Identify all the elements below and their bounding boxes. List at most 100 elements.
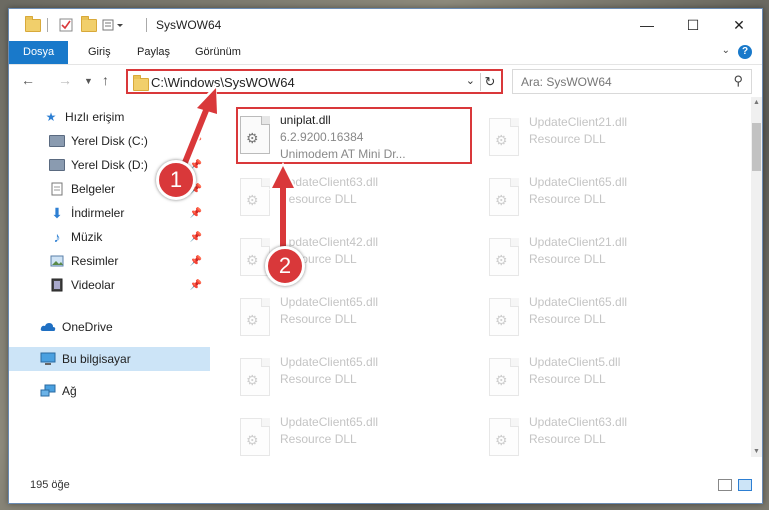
nav-item-label: OneDrive	[62, 320, 113, 334]
minimize-button[interactable]: —	[624, 9, 670, 41]
file-type: Resource DLL	[280, 432, 357, 446]
address-dropdown-icon[interactable]: ⌄	[466, 74, 475, 87]
dll-file-icon: ⚙	[489, 358, 519, 396]
drive-icon	[49, 157, 65, 173]
file-name: UpdateClient65.dll	[280, 355, 379, 369]
pictures-icon	[49, 253, 65, 269]
file-type: Resource DLL	[529, 252, 606, 266]
address-row: ← → ▼ ↑ C:\Windows\SysWOW64 ⌄ ↻ Ara: Sys…	[9, 65, 762, 97]
status-bar: 195 öğe	[9, 457, 762, 503]
drive-icon	[49, 133, 65, 149]
music-icon: ♪	[53, 229, 61, 245]
pin-icon[interactable]: 📌	[190, 136, 202, 147]
nav-item-onedrive[interactable]: OneDrive	[9, 315, 210, 339]
file-tile[interactable]: ⚙ UpdateClient65.dll Resource DLL	[236, 293, 476, 345]
new-folder-icon	[81, 15, 97, 32]
file-tile[interactable]: ⚙ UpdateClient21.dll Resource DLL	[485, 233, 725, 285]
details-view-icon[interactable]	[718, 479, 732, 491]
file-name: UpdateClient63.dll	[280, 175, 379, 189]
address-path[interactable]: C:\Windows\SysWOW64	[151, 75, 295, 90]
tiles-view-icon[interactable]	[738, 479, 752, 491]
file-tile[interactable]: ⚙ UpdateClient65.dll Resource DLL	[485, 173, 725, 225]
file-name: UpdateClient42.dll	[280, 235, 379, 249]
pin-icon[interactable]: 📌	[190, 256, 202, 267]
search-placeholder: Ara: SysWOW64	[521, 75, 612, 89]
dll-file-icon: ⚙	[240, 418, 270, 456]
folder-icon	[25, 15, 41, 32]
forward-arrow-icon: →	[58, 72, 72, 88]
nav-item-label: Belgeler	[71, 182, 116, 196]
maximize-button[interactable]: ☐	[670, 9, 716, 41]
file-tile[interactable]: ⚙ UpdateClient65.dll Resource DLL	[236, 353, 476, 405]
dll-file-icon: ⚙	[489, 118, 519, 156]
customize-icon	[102, 19, 123, 31]
scrollbar-thumb[interactable]	[752, 123, 761, 171]
nav-item-videos[interactable]: Videolar 📌	[9, 273, 210, 297]
pin-icon[interactable]: 📌	[190, 232, 202, 243]
file-tile[interactable]: ⚙ UpdateClient5.dll Resource DLL	[485, 353, 725, 405]
dll-file-icon: ⚙	[489, 178, 519, 216]
recent-locations-button[interactable]: ▼	[84, 76, 93, 86]
file-type: Resource DLL	[280, 372, 357, 386]
pin-icon[interactable]: 📌	[190, 280, 202, 291]
nav-item-label: Müzik	[71, 230, 103, 244]
pin-icon[interactable]: 📌	[190, 208, 202, 219]
file-name: UpdateClient65.dll	[529, 175, 628, 189]
video-icon	[49, 277, 65, 293]
back-button[interactable]: ←	[21, 72, 35, 88]
minimize-icon: —	[640, 17, 654, 33]
file-name: UpdateClient65.dll	[280, 415, 379, 429]
step-badge-1: 1	[156, 160, 196, 200]
checkmark-icon	[59, 18, 73, 32]
file-tile[interactable]: ⚙ UpdateClient65.dll Resource DLL	[485, 293, 725, 345]
nav-item-label: İndirmeler	[71, 206, 125, 220]
file-name: UpdateClient63.dll	[529, 415, 628, 429]
tab-file[interactable]: Dosya	[9, 41, 69, 64]
scroll-up-icon[interactable]: ▲	[751, 99, 762, 106]
nav-item-label: Bu bilgisayar	[62, 352, 131, 366]
step-badge-2: 2	[265, 246, 305, 286]
file-type: Resource DLL	[529, 372, 606, 386]
scroll-down-icon[interactable]: ▼	[751, 448, 762, 455]
dll-file-icon: ⚙	[489, 298, 519, 336]
address-bar[interactable]: C:\Windows\SysWOW64 ⌄ ↻	[126, 69, 503, 94]
vertical-scrollbar[interactable]: ▲ ▼	[751, 97, 762, 457]
nav-item-downloads[interactable]: ⬇ İndirmeler 📌	[9, 201, 210, 225]
nav-item-disk-c[interactable]: Yerel Disk (C:) 📌	[9, 129, 210, 153]
file-name: UpdateClient21.dll	[529, 115, 628, 129]
file-type: Resource DLL	[529, 312, 606, 326]
documents-icon	[49, 181, 65, 197]
file-type: Resource DLL	[529, 192, 606, 206]
tab-view[interactable]: Görünüm	[195, 41, 241, 64]
file-type: Resource DLL	[529, 432, 606, 446]
nav-item-music[interactable]: ♪ Müzik 📌	[9, 225, 210, 249]
forward-button[interactable]: →	[58, 72, 72, 88]
navigation-pane: ★ Hızlı erişim Yerel Disk (C:) 📌 Yerel D…	[9, 97, 212, 457]
search-input[interactable]: Ara: SysWOW64 ⚲	[512, 69, 752, 94]
nav-item-network[interactable]: Ağ	[9, 379, 210, 403]
up-button[interactable]: ↑	[102, 72, 109, 88]
nav-item-this-pc[interactable]: Bu bilgisayar	[9, 347, 210, 371]
customize-toolbar-button[interactable]	[102, 17, 124, 33]
dll-file-icon: ⚙	[240, 178, 270, 216]
file-tile[interactable]: ⚙ UpdateClient21.dll Resource DLL	[485, 113, 725, 165]
dll-file-icon: ⚙	[489, 418, 519, 456]
search-icon[interactable]: ⚲	[733, 73, 743, 89]
star-icon: ★	[45, 110, 57, 124]
help-icon[interactable]: ?	[738, 45, 752, 59]
tab-home[interactable]: Giriş	[88, 41, 111, 64]
new-folder-button[interactable]	[81, 15, 97, 33]
chevron-down-icon: ▼	[84, 76, 93, 86]
up-arrow-icon: ↑	[102, 72, 109, 88]
ribbon-expand-chevron-icon[interactable]: ⌄	[722, 45, 730, 56]
refresh-icon[interactable]: ↻	[480, 73, 499, 91]
close-button[interactable]: ✕	[716, 9, 762, 41]
tab-share[interactable]: Paylaş	[137, 41, 170, 64]
properties-button[interactable]	[59, 17, 73, 33]
file-name: UpdateClient65.dll	[529, 295, 628, 309]
file-tile[interactable]: ⚙ UpdateClient63.dll Resource DLL	[236, 173, 476, 225]
window-title: SysWOW64	[156, 18, 222, 32]
nav-item-quick-access[interactable]: ★ Hızlı erişim	[9, 105, 210, 129]
ribbon: Dosya Giriş Paylaş Görünüm ⌄ ?	[9, 41, 762, 65]
nav-item-pictures[interactable]: Resimler 📌	[9, 249, 210, 273]
